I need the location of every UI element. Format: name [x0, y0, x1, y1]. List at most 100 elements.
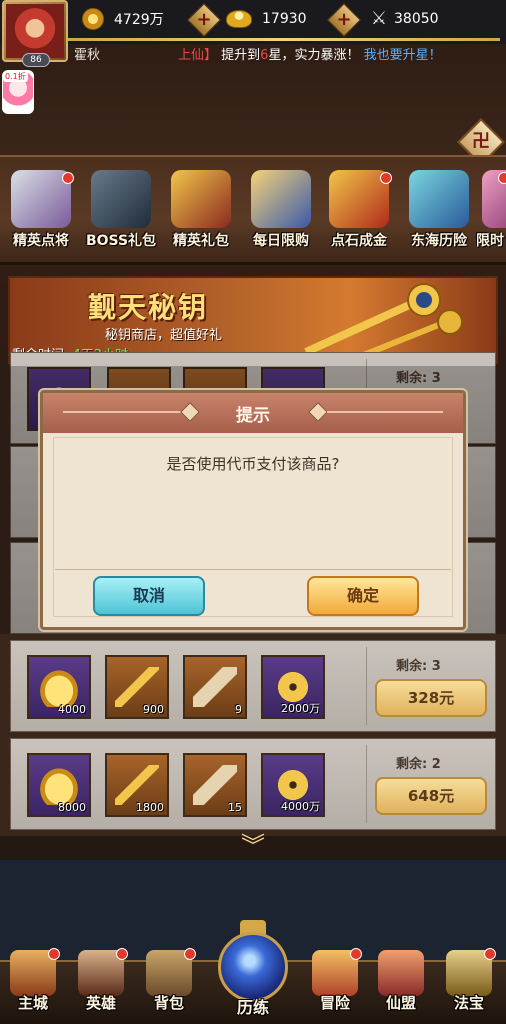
item-quantity: 900 — [143, 703, 164, 716]
side-app-shortcut[interactable]: 0.1折 — [2, 70, 34, 114]
notification-dot — [484, 948, 496, 960]
nav-label: 英雄 — [85, 994, 116, 1012]
event-label: 精英礼包 — [173, 233, 229, 249]
nav-hero[interactable]: 英雄 — [68, 944, 134, 1024]
buy-328-button[interactable]: 328元 — [375, 679, 487, 717]
talisman-icon — [193, 765, 237, 805]
game-screen: 86 4729万 + 17930 + ⚔ 38050 霍秋 上仙】 提升到6星，… — [0, 0, 506, 1024]
notification-dot — [350, 948, 362, 960]
cancel-button[interactable]: 取消 — [93, 576, 205, 616]
notification-dot — [498, 172, 506, 184]
nav-label: 仙盟 — [385, 994, 416, 1012]
banner-title: 觐天秘钥 — [88, 291, 209, 324]
east-sea-adventure-icon — [409, 170, 469, 228]
dialog-divider — [55, 569, 451, 570]
confirm-dialog: 提示 是否使用代币支付该商品? 取消 确定 — [40, 390, 466, 630]
event-label: 限时 — [476, 233, 504, 249]
gold-ingot-slot[interactable]: 4000 — [27, 655, 91, 719]
copper-coin-value: 4729万 — [114, 12, 164, 28]
event-label: 精英点将 — [13, 233, 69, 249]
event-elite-general[interactable]: 精英点将 — [2, 170, 80, 260]
gold-ingot-slot[interactable]: 8000 — [27, 753, 91, 817]
item-quantity: 2000万 — [281, 702, 320, 715]
talisman-slot[interactable]: 9 — [183, 655, 247, 719]
nav-guild[interactable]: 仙盟 — [368, 944, 434, 1024]
event-east-sea[interactable]: 东海历险 — [400, 170, 478, 260]
avatar-portrait-icon — [6, 4, 64, 58]
broadcast-text-a: 提升到 — [221, 48, 261, 63]
copper-coin-slot[interactable]: 4000万 — [261, 753, 325, 817]
nav-adventure[interactable]: 冒险 — [302, 944, 368, 1024]
notification-dot — [116, 948, 128, 960]
shop-row: 8000 1800 15 4000万 剩余: 2 648元 — [10, 738, 496, 830]
crossed-swords-icon: ⚔ — [370, 8, 388, 29]
banner-subtitle: 秘钥商店，超值好礼 — [105, 328, 223, 343]
gold-ingot-counter: 17930 — [226, 8, 307, 30]
row-divider — [366, 745, 367, 823]
event-midas-touch[interactable]: 点石成金 — [320, 170, 398, 260]
player-level-badge: 86 — [22, 53, 50, 67]
broadcast-link[interactable]: 我也要升星！ — [364, 48, 442, 63]
row-divider — [366, 647, 367, 725]
buy-648-button[interactable]: 648元 — [375, 777, 487, 815]
talisman-slot[interactable]: 15 — [183, 753, 247, 817]
event-daily-limit[interactable]: 每日限购 — [242, 170, 320, 260]
copper-coin-icon — [82, 8, 104, 30]
dialog-title: 提示 — [236, 406, 270, 426]
copper-coin-slot[interactable]: 2000万 — [261, 655, 325, 719]
dialog-message: 是否使用代币支付该商品? — [166, 455, 340, 473]
golden-key-icon — [304, 283, 463, 360]
item-quantity: 15 — [228, 801, 242, 814]
confirm-button[interactable]: 确定 — [307, 576, 419, 616]
nav-label: 主城 — [17, 994, 48, 1012]
gold-ingot-icon — [37, 765, 81, 805]
nav-label: 历练 — [236, 998, 269, 1017]
guild-icon — [378, 950, 424, 996]
nav-treasure[interactable]: 法宝 — [436, 944, 502, 1024]
plus-icon: + — [336, 9, 352, 30]
item-quantity: 1800 — [136, 801, 164, 814]
event-label: 点石成金 — [331, 233, 387, 249]
talisman-icon — [193, 667, 237, 707]
shop-row: 4000 900 9 2000万 剩余: 3 328元 — [10, 640, 496, 732]
event-elite-gift[interactable]: 精英礼包 — [162, 170, 240, 260]
boss-gift-icon — [91, 170, 151, 228]
key-item-slot[interactable]: 1800 — [105, 753, 169, 817]
chevron-down-icon[interactable]: ︾ — [233, 834, 273, 858]
elite-gift-icon — [171, 170, 231, 228]
broadcast-text-b: 星，实力暴涨！ — [268, 48, 360, 63]
menu-glyph-icon: 卍 — [472, 131, 490, 152]
nav-backpack[interactable]: 背包 — [136, 944, 202, 1024]
nav-main-city[interactable]: 主城 — [0, 944, 66, 1024]
copper-coin-counter: 4729万 — [82, 8, 164, 30]
item-quantity: 4000 — [58, 703, 86, 716]
notification-dot — [62, 172, 74, 184]
gold-ingot-icon — [37, 667, 81, 707]
gold-ingot-icon — [226, 10, 252, 28]
dialog-header: 提示 — [43, 393, 463, 433]
event-label: 每日限购 — [253, 233, 309, 249]
key-shop-banner: 觐天秘钥 秘钥商店，超值好礼 剩余时间: 4天3小时 — [8, 276, 498, 364]
nav-training[interactable]: 历练 — [210, 920, 296, 1024]
notification-dot — [184, 948, 196, 960]
remaining-count: 剩余: 3 — [396, 659, 441, 674]
notification-dot — [380, 172, 392, 184]
training-orb-icon — [218, 932, 288, 1002]
event-boss-gift[interactable]: BOSS礼包 — [82, 170, 160, 260]
golden-key-icon — [115, 765, 159, 805]
gold-ingot-value: 17930 — [262, 11, 307, 27]
header-divider — [68, 38, 500, 41]
notification-dot — [48, 948, 60, 960]
item-quantity: 8000 — [58, 801, 86, 814]
key-item-slot[interactable]: 900 — [105, 655, 169, 719]
golden-key-icon — [115, 667, 159, 707]
combat-power-value: 38050 — [394, 11, 439, 27]
nav-label: 背包 — [153, 994, 184, 1012]
side-app-tag: 0.1折 — [3, 71, 28, 82]
item-quantity: 9 — [235, 703, 242, 716]
remaining-count: 剩余: 2 — [396, 757, 441, 772]
broadcast-tag: 上仙】 — [178, 48, 218, 63]
event-limited-time[interactable]: 限时 — [476, 170, 506, 260]
broadcast-ticker: 上仙】 提升到6星，实力暴涨！ 我也要升星！ — [178, 44, 442, 63]
plus-icon: + — [196, 9, 212, 30]
